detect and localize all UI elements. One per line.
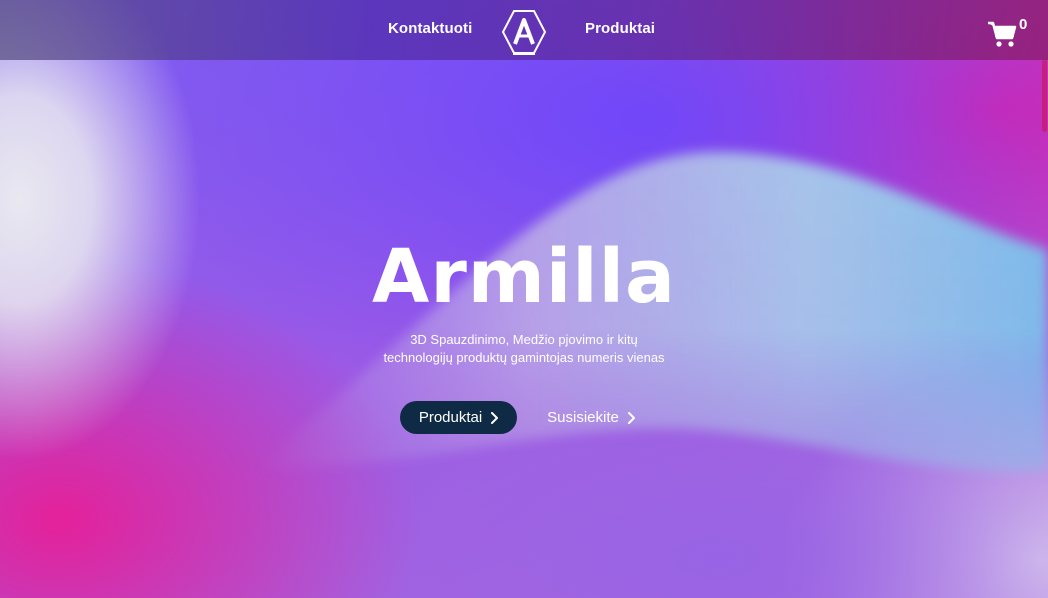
nav-link-produktai[interactable]: Produktai xyxy=(585,20,655,37)
chevron-right-icon xyxy=(491,411,499,424)
armilla-logo-icon[interactable] xyxy=(500,8,548,56)
nav-link-kontaktuoti[interactable]: Kontaktuoti xyxy=(388,20,472,37)
chevron-right-icon xyxy=(627,411,635,424)
hero-title: Armilla xyxy=(372,234,676,320)
page: Kontaktuoti Produktai 0 Armilla 3D Spauz… xyxy=(0,0,1048,598)
page-scrollbar[interactable] xyxy=(1040,0,1048,598)
susisiekite-button-label: Susisiekite xyxy=(547,409,619,426)
hero-subtitle: 3D Spauzdinimo, Medžio pjovimo ir kitų t… xyxy=(383,332,665,365)
susisiekite-button[interactable]: Susisiekite xyxy=(536,401,646,434)
scrollbar-thumb[interactable] xyxy=(1042,60,1047,132)
cart-count-badge: 0 xyxy=(1019,16,1028,33)
shopping-cart-icon[interactable] xyxy=(987,20,1017,48)
produktai-button[interactable]: Produktai xyxy=(400,401,517,434)
produktai-button-label: Produktai xyxy=(418,409,483,426)
top-navbar: Kontaktuoti Produktai 0 xyxy=(0,0,1048,60)
